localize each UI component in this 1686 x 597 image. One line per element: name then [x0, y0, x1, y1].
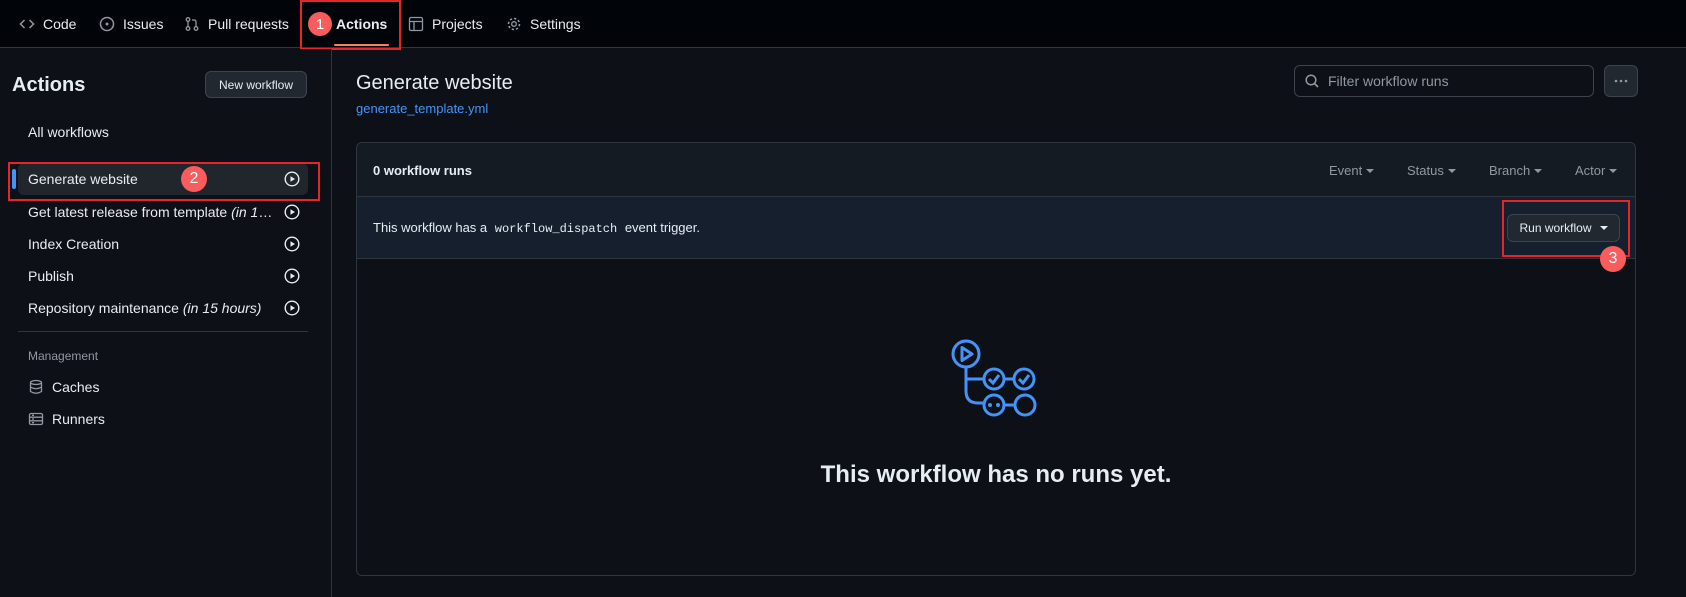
sidebar-title: Actions: [12, 74, 86, 96]
tab-pull-requests[interactable]: Pull requests: [184, 0, 289, 48]
sidebar-item-label: Runners: [52, 411, 105, 427]
workflow-runs-panel: 0 workflow runs Event Status Branch Acto…: [356, 142, 1636, 576]
filter-label: Actor: [1575, 163, 1606, 178]
dispatch-suffix: event trigger.: [624, 220, 700, 235]
caret-down-icon: [1534, 168, 1543, 173]
sidebar-item-label: All workflows: [28, 124, 109, 140]
sidebar-item-publish[interactable]: Publish: [18, 260, 308, 292]
dispatch-prefix: This workflow has a: [373, 220, 488, 235]
sidebar-item-runners[interactable]: Runners: [18, 403, 308, 435]
play-circle-icon[interactable]: [284, 171, 300, 187]
run-workflow-label: Run workflow: [1519, 221, 1592, 235]
tab-label: Actions: [336, 16, 388, 32]
search-input[interactable]: [1328, 73, 1578, 89]
branch-filter-dropdown[interactable]: Branch: [1489, 163, 1543, 178]
workflow-file-link[interactable]: generate_template.yml: [356, 101, 488, 116]
server-icon: [28, 412, 44, 426]
sidebar-item-caches[interactable]: Caches: [18, 371, 308, 403]
tab-label: Settings: [530, 16, 581, 32]
database-icon: [29, 379, 43, 394]
more-options-button[interactable]: [1604, 65, 1638, 97]
workflow-schedule-note: (in 15 hours): [182, 300, 262, 316]
workflow-schedule-note: (in 15...: [231, 204, 273, 220]
filter-search-box[interactable]: [1294, 65, 1594, 97]
tab-label: Code: [43, 16, 77, 32]
new-workflow-button[interactable]: New workflow: [205, 71, 307, 98]
repo-nav: Code Issues Pull requests Actions Projec…: [0, 0, 1686, 48]
sidebar-item-label: Index Creation: [28, 236, 120, 252]
annotation-badge-2: 2: [181, 166, 207, 192]
sidebar-item-label: Get latest release from template (in 15.…: [28, 204, 273, 220]
tab-label: Pull requests: [208, 16, 289, 32]
tab-code[interactable]: Code: [19, 0, 76, 48]
annotation-badge-1: 1: [308, 12, 332, 36]
pull-request-icon: [184, 16, 200, 32]
tab-settings[interactable]: Settings: [506, 0, 581, 48]
tab-issues[interactable]: Issues: [99, 0, 163, 48]
sidebar-item-label: Publish: [28, 268, 74, 284]
caret-down-icon: [1599, 226, 1608, 230]
caret-down-icon: [1447, 168, 1456, 173]
kebab-horizontal-icon: [1614, 79, 1628, 83]
runs-panel-header: 0 workflow runs Event Status Branch Acto…: [357, 143, 1635, 197]
dispatch-message: This workflow has a workflow_dispatch ev…: [373, 220, 700, 236]
sidebar-item-index-creation[interactable]: Index Creation: [18, 228, 308, 260]
table-icon: [408, 16, 424, 32]
sidebar-item-get-latest-release[interactable]: Get latest release from template (in 15.…: [18, 196, 308, 228]
play-circle-icon[interactable]: [284, 268, 300, 284]
gear-icon: [506, 16, 522, 32]
workflow-empty-state-icon: [951, 339, 1037, 417]
play-circle-icon[interactable]: [284, 236, 300, 252]
issue-icon: [99, 16, 115, 32]
workflow-name: Repository maintenance: [28, 300, 179, 316]
code-icon: [19, 16, 35, 32]
sidebar-item-all-workflows[interactable]: All workflows: [18, 116, 308, 148]
workflow-name: Get latest release from template: [28, 204, 228, 220]
sidebar-item-repository-maintenance[interactable]: Repository maintenance (in 15 hours): [18, 292, 308, 324]
event-filter-dropdown[interactable]: Event: [1329, 163, 1375, 178]
tab-projects[interactable]: Projects: [408, 0, 483, 48]
sidebar-section-management: Management: [28, 349, 99, 363]
page-title: Generate website: [356, 72, 513, 94]
filter-label: Event: [1329, 163, 1363, 178]
tab-actions[interactable]: Actions: [333, 0, 390, 48]
sidebar-item-label: Repository maintenance (in 15 hours): [28, 300, 261, 316]
tab-label: Projects: [432, 16, 483, 32]
caret-down-icon: [1366, 168, 1375, 173]
actor-filter-dropdown[interactable]: Actor: [1575, 163, 1618, 178]
play-circle-icon[interactable]: [284, 300, 300, 316]
dispatch-banner: This workflow has a workflow_dispatch ev…: [357, 197, 1635, 259]
annotation-badge-3: 3: [1600, 246, 1626, 272]
tab-label: Issues: [123, 16, 164, 32]
empty-state-message: This workflow has no runs yet.: [820, 461, 1172, 488]
status-filter-dropdown[interactable]: Status: [1407, 163, 1456, 178]
sidebar-divider: [18, 331, 308, 332]
sidebar-item-label: Generate website: [28, 171, 138, 187]
runs-count: 0 workflow runs: [373, 163, 472, 178]
filter-label: Status: [1407, 163, 1444, 178]
sidebar: Actions New workflow All workflows Gener…: [0, 49, 332, 597]
sidebar-item-label: Caches: [52, 379, 100, 395]
sidebar-item-generate-website[interactable]: Generate website: [12, 163, 308, 195]
run-workflow-button[interactable]: Run workflow: [1507, 214, 1620, 242]
caret-down-icon: [1609, 168, 1618, 173]
search-icon: [1305, 74, 1319, 88]
play-circle-icon[interactable]: [284, 204, 300, 220]
dispatch-code: workflow_dispatch: [494, 222, 618, 236]
filter-label: Branch: [1489, 163, 1531, 178]
